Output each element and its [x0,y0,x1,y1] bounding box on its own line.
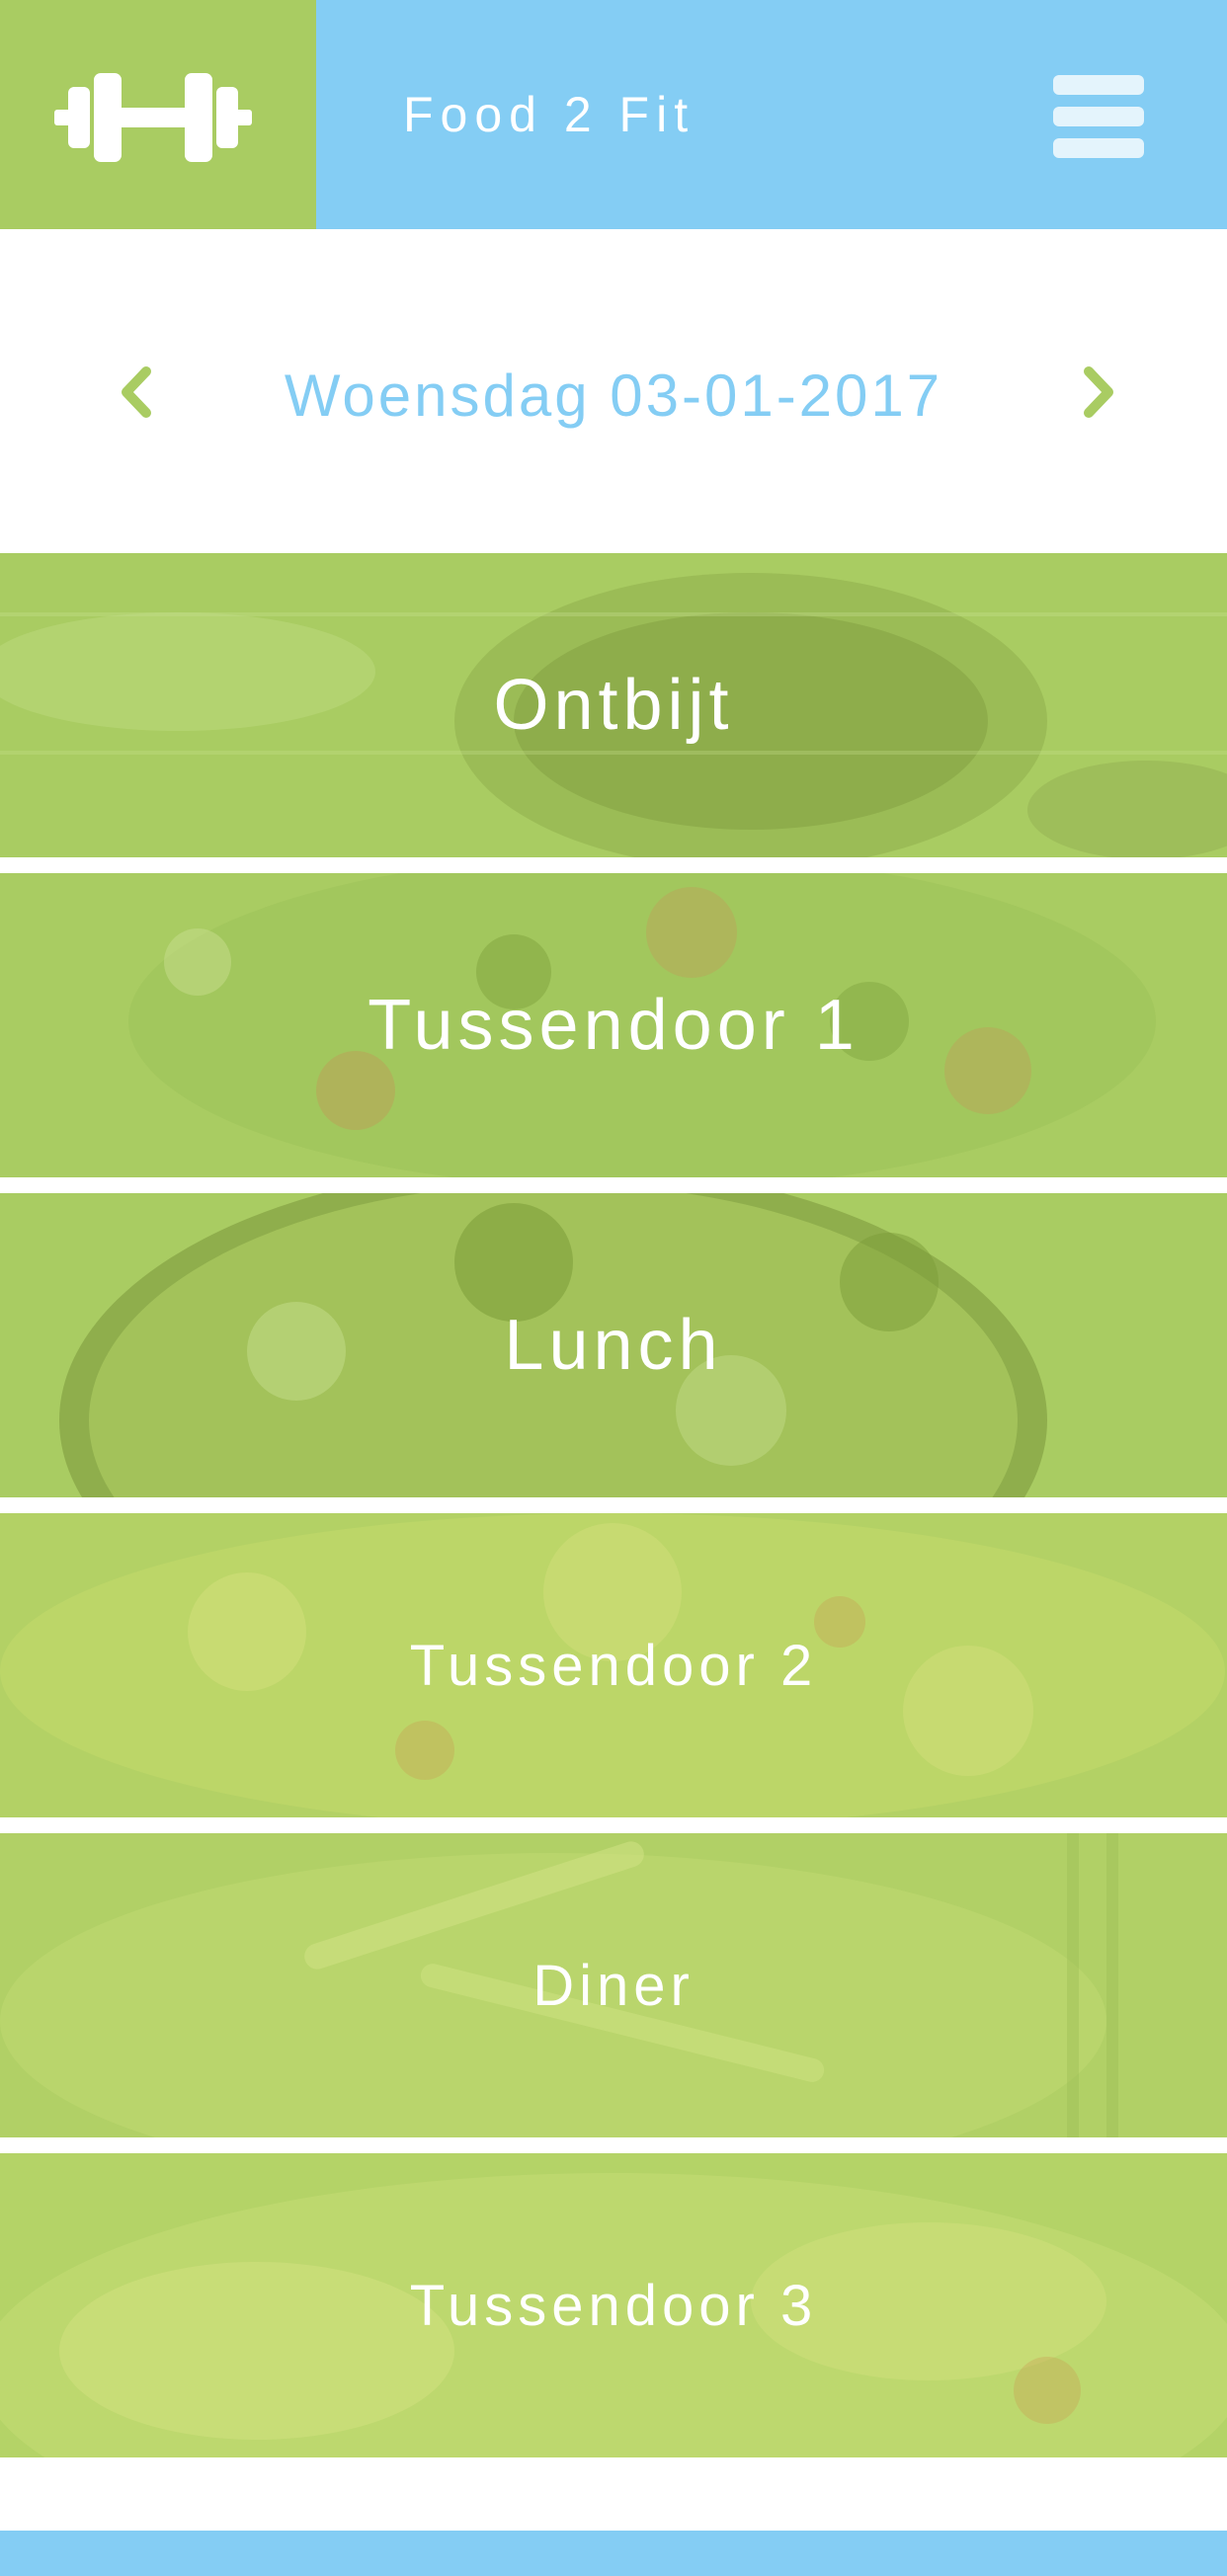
meal-label: Diner [532,1953,695,2018]
date-navigator: Woensdag 03-01-2017 [0,229,1227,553]
app-title: Food 2 Fit [403,87,695,142]
meal-label: Tussendoor 2 [409,1633,818,1698]
meal-tile-tussendoor-2[interactable]: Tussendoor 2 [0,1513,1227,1817]
hamburger-menu-button[interactable] [1035,67,1160,166]
app-header: Food 2 Fit [0,0,1227,229]
meal-tile-diner[interactable]: Diner [0,1833,1227,2137]
current-date-label[interactable]: Woensdag 03-01-2017 [0,362,1227,431]
chevron-right-icon [1084,366,1113,418]
footer-bar [0,2531,1227,2576]
logo-block[interactable] [0,0,316,229]
meal-tile-lunch[interactable]: Lunch [0,1193,1227,1497]
meal-label: Tussendoor 3 [409,2273,818,2338]
meal-label: Lunch [504,1306,723,1385]
next-day-button[interactable] [1069,358,1128,427]
meal-tile-tussendoor-3[interactable]: Tussendoor 3 [0,2153,1227,2457]
dumbbell-icon [54,73,252,162]
meal-tile-ontbijt[interactable]: Ontbijt [0,553,1227,857]
meal-tile-tussendoor-1[interactable]: Tussendoor 1 [0,873,1227,1177]
meal-label: Ontbijt [493,666,734,745]
app-screen: Food 2 Fit Woensdag 03-01-2017 Ontbijt T… [0,0,1227,2576]
meal-label: Tussendoor 1 [368,986,859,1065]
